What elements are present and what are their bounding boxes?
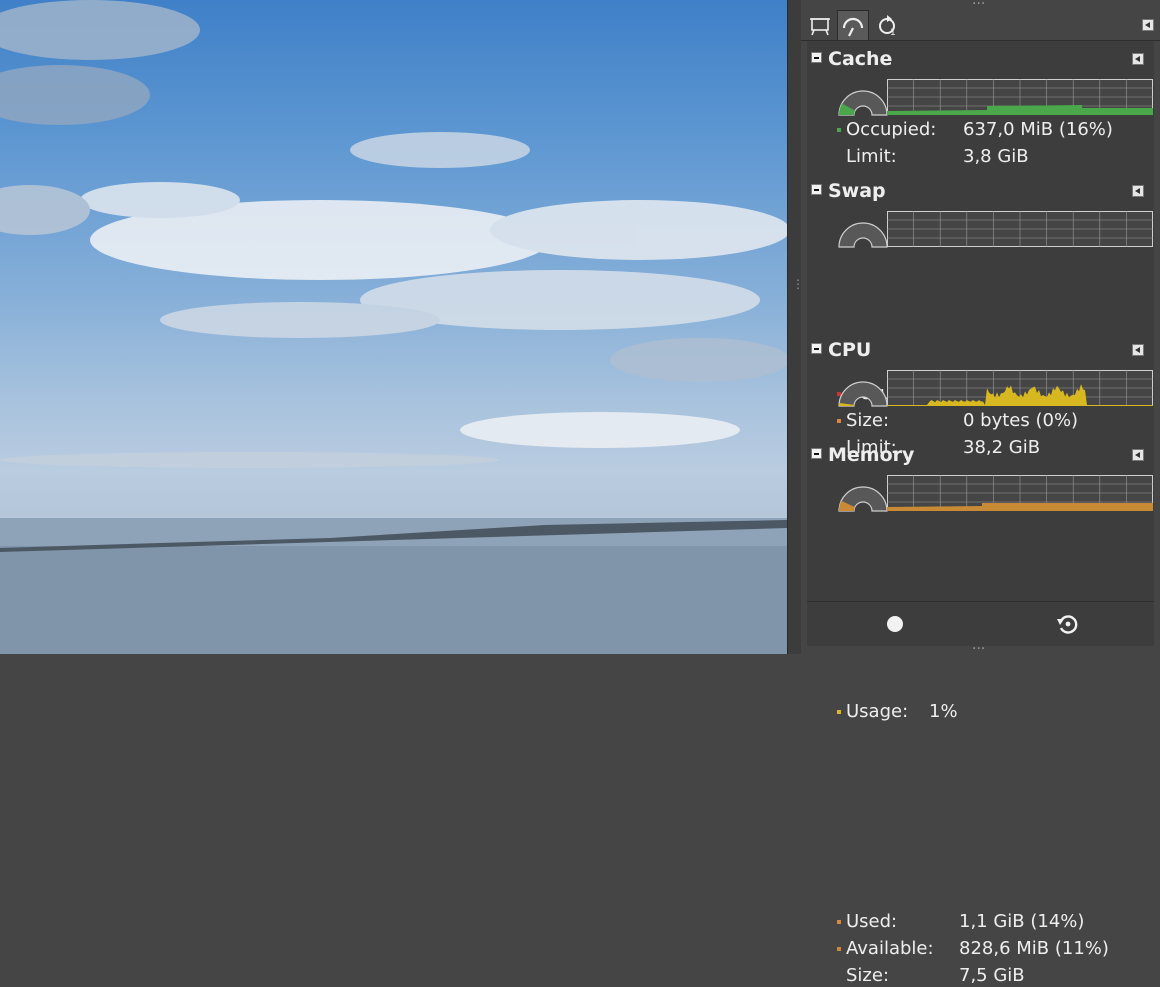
stat-label: Usage: — [846, 701, 909, 722]
section-header[interactable]: Cache — [807, 45, 1154, 71]
legend-swatch-icon — [837, 947, 841, 951]
panel-splitter[interactable]: ⋮ — [787, 0, 804, 654]
section-menu-icon[interactable] — [1132, 53, 1144, 65]
svg-text:1: 1 — [890, 28, 896, 36]
reset-icon — [1057, 615, 1078, 634]
stat-label: Size: — [846, 410, 890, 431]
section-header[interactable]: Swap — [807, 177, 1154, 203]
collapse-icon[interactable] — [811, 343, 822, 354]
usage-meter — [838, 486, 888, 512]
collapse-icon[interactable] — [811, 52, 822, 63]
history-graph — [887, 370, 1153, 406]
tab-history[interactable]: 1 — [873, 10, 903, 39]
history-graph — [887, 211, 1153, 247]
meter-container — [837, 475, 889, 517]
usage-meter — [838, 90, 888, 116]
tabbar-menu-icon[interactable] — [1142, 19, 1154, 31]
legend-swatch-icon — [837, 128, 841, 132]
image-canvas[interactable] — [0, 0, 787, 654]
stat-row: Limit: 3,8 GiB — [837, 146, 1147, 168]
section-menu-icon[interactable] — [1132, 344, 1144, 356]
stat-label: Used: — [846, 911, 898, 932]
section-header[interactable]: CPU — [807, 336, 1154, 362]
stat-value: 0 bytes (0%) — [963, 410, 1079, 431]
dashboard-content: Cache Occupied: 637,0 MiB (16%) Limit: 3… — [807, 41, 1154, 986]
section-menu-icon[interactable] — [1132, 185, 1144, 197]
reset-button[interactable] — [1053, 610, 1081, 638]
stat-value: 637,0 MiB (16%) — [963, 119, 1113, 140]
panel-tabbar: 1 — [801, 10, 1160, 41]
stat-value: 3,8 GiB — [963, 146, 1029, 167]
dashboard-tab-icon — [842, 17, 864, 36]
tab-dashboard[interactable] — [837, 10, 869, 40]
dashboard-toolbar — [807, 601, 1154, 646]
stat-value: 1% — [929, 701, 958, 722]
stat-row: Used: 1,1 GiB (14%) — [837, 911, 1147, 933]
sky-photo — [0, 0, 787, 654]
panel-bottom-grip-icon[interactable]: ··· — [972, 642, 985, 656]
stat-row: Size: 0 bytes (0%) — [837, 410, 1147, 432]
usage-meter — [838, 222, 888, 248]
panel-top-grip-icon[interactable]: ··· — [972, 0, 985, 11]
graph-container — [887, 370, 1153, 406]
stat-label: Size: — [846, 965, 890, 986]
history-tab-icon: 1 — [879, 14, 896, 36]
legend-swatch-icon — [837, 920, 841, 924]
legend-swatch-icon — [837, 419, 841, 423]
stat-row: Usage: 1% — [837, 701, 1147, 723]
stat-row: Size: 7,5 GiB — [837, 965, 1147, 987]
legend-swatch-icon — [837, 710, 841, 714]
history-graph — [887, 79, 1153, 115]
meter-container — [837, 370, 889, 412]
collapse-icon[interactable] — [811, 184, 822, 195]
section-title: CPU — [828, 339, 872, 361]
graph-container — [887, 475, 1153, 511]
meter-container — [837, 211, 889, 253]
right-panel: ··· 1 Cache Occupied: 637,0 MiB (16%) Li… — [801, 0, 1160, 986]
stat-value: 828,6 MiB (11%) — [959, 938, 1109, 959]
stat-row: Available: 828,6 MiB (11%) — [837, 938, 1147, 960]
collapse-icon[interactable] — [811, 448, 822, 459]
stat-value: 1,1 GiB (14%) — [959, 911, 1085, 932]
section-header[interactable]: Memory — [807, 441, 1154, 467]
meter-container — [837, 79, 889, 121]
image-tab-icon — [810, 17, 830, 35]
section-title: Cache — [828, 48, 893, 70]
history-graph — [887, 475, 1153, 511]
graph-container — [887, 211, 1153, 247]
section-menu-icon[interactable] — [1132, 449, 1144, 461]
record-icon — [887, 616, 903, 632]
graph-container — [887, 79, 1153, 115]
stat-label: Available: — [846, 938, 934, 959]
stat-label: Limit: — [846, 146, 897, 167]
stat-row: Occupied: 637,0 MiB (16%) — [837, 119, 1147, 141]
section-title: Memory — [828, 444, 915, 466]
usage-meter — [838, 381, 888, 407]
record-button[interactable] — [881, 610, 909, 638]
tab-image[interactable] — [805, 10, 835, 39]
stat-value: 7,5 GiB — [959, 965, 1025, 986]
stat-label: Occupied: — [846, 119, 937, 140]
section-title: Swap — [828, 180, 886, 202]
